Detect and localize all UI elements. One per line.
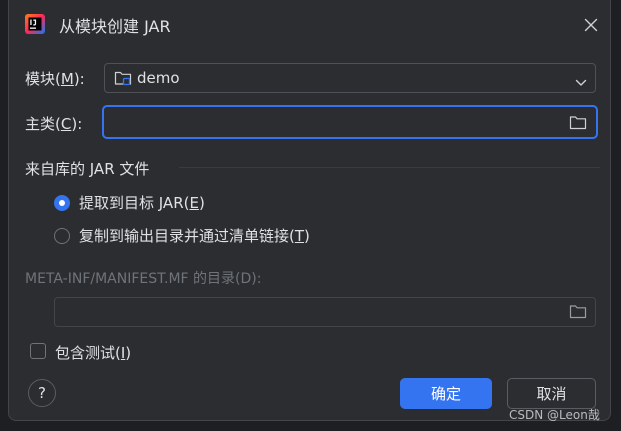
ok-button[interactable]: 确定 [400, 378, 492, 409]
close-button[interactable] [579, 13, 603, 37]
extract-option-label[interactable]: 提取到目标 JAR(E) [79, 192, 205, 213]
manifest-dir-label: META-INF/MANIFEST.MF 的目录(D): [25, 271, 262, 287]
folder-icon [569, 304, 587, 323]
dialog-title: 从模块创建 JAR [59, 17, 171, 36]
help-icon: ? [38, 384, 46, 402]
close-icon [584, 18, 598, 32]
module-select-value: demo [137, 69, 180, 87]
include-tests-checkbox[interactable] [30, 343, 46, 359]
watermark-text: CSDN @Leon哉 [509, 408, 600, 422]
chevron-down-icon [575, 73, 587, 92]
cancel-button[interactable]: 取消 [507, 378, 596, 409]
module-folder-icon [114, 70, 132, 90]
copy-option-label[interactable]: 复制到输出目录并通过清单链接(T) [79, 225, 310, 246]
radio-copy[interactable] [54, 228, 70, 244]
section-divider [179, 167, 600, 168]
module-select[interactable]: demo [104, 63, 596, 93]
help-button[interactable]: ? [28, 379, 56, 407]
title-bar: 从模块创建 JAR [9, 0, 612, 48]
folder-icon[interactable] [569, 115, 587, 134]
include-tests-label[interactable]: 包含测试(I) [55, 342, 131, 363]
jar-section-title: 来自库的 JAR 文件 [25, 160, 150, 178]
main-class-label: 主类(C): [25, 115, 83, 133]
main-class-input[interactable] [102, 105, 598, 139]
create-jar-dialog: 从模块创建 JAR 模块(M): demo 主类(C): 来自库的 JAR 文件… [8, 0, 611, 421]
background-window-fragment [0, 76, 8, 96]
manifest-dir-input [54, 297, 596, 327]
intellij-idea-icon [25, 14, 45, 34]
module-label: 模块(M): [25, 70, 85, 88]
radio-extract[interactable] [54, 195, 70, 211]
